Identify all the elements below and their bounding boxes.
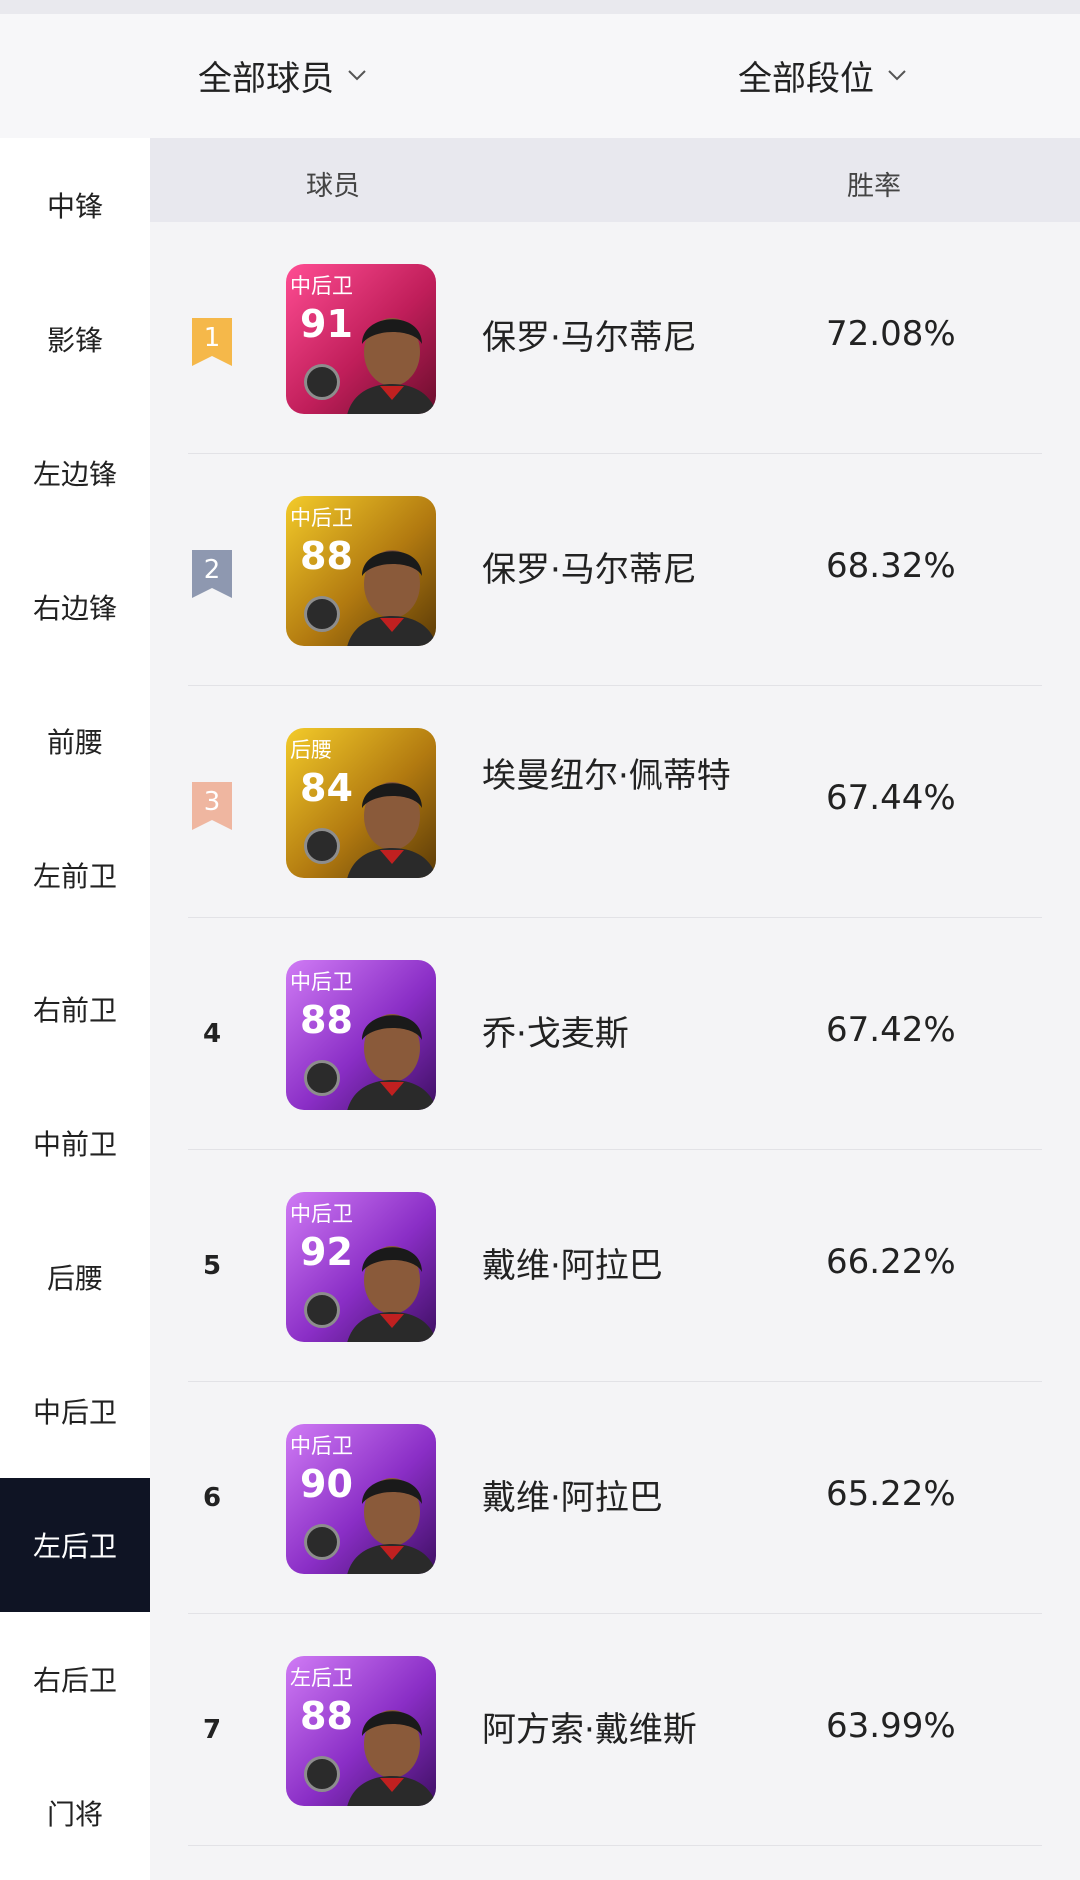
sidebar-item[interactable]: 中后卫 — [0, 1344, 150, 1478]
sidebar-item[interactable]: 前腰 — [0, 674, 150, 808]
sidebar-item[interactable]: 右后卫 — [0, 1612, 150, 1746]
rank-number: 4 — [202, 1019, 222, 1049]
table-row[interactable]: 2 中后卫 88 保罗·马尔蒂尼 68.32% — [150, 454, 1080, 686]
win-rate: 72.08% — [826, 314, 956, 354]
card-rating: 91 — [300, 302, 353, 346]
card-position: 中后卫 — [290, 970, 353, 994]
player-name: 保罗·马尔蒂尼 — [482, 318, 697, 358]
player-card[interactable]: 中后卫 90 — [286, 1424, 436, 1574]
player-card[interactable]: 左后卫 88 — [286, 1656, 436, 1806]
player-portrait-icon — [347, 318, 436, 414]
table-row[interactable]: 3 后腰 84 埃曼纽尔·佩蒂特 67.44% — [150, 686, 1080, 918]
sidebar-item[interactable]: 中前卫 — [0, 1076, 150, 1210]
all-ranks-filter[interactable]: 全部段位 — [738, 50, 908, 100]
win-rate: 65.22% — [826, 1474, 956, 1514]
win-rate: 63.99% — [826, 1706, 956, 1746]
player-portrait-icon — [347, 1478, 436, 1574]
sidebar-item[interactable]: 门将 — [0, 1746, 150, 1880]
row-divider — [188, 1845, 1042, 1846]
table-header: 球员 胜率 — [150, 138, 1080, 222]
rank-ribbon-icon: 3 — [192, 782, 232, 830]
player-portrait-icon — [347, 550, 436, 646]
club-badge-icon — [304, 364, 340, 400]
top-edge — [0, 0, 1080, 14]
header-win-rate: 胜率 — [847, 171, 901, 202]
club-badge-icon — [304, 1292, 340, 1328]
card-rating: 88 — [300, 534, 353, 578]
position-sidebar: 中锋 影锋 左边锋 右边锋 前腰 左前卫 右前卫 中前卫 后腰 中后卫 左后卫 右后卫 门将 — [0, 138, 150, 1880]
club-badge-icon — [304, 1524, 340, 1560]
card-position: 中后卫 — [290, 1202, 353, 1226]
card-rating: 84 — [300, 766, 353, 810]
all-players-filter[interactable]: 全部球员 — [198, 50, 368, 100]
rank-ribbon-icon: 1 — [192, 318, 232, 366]
player-name: 戴维·阿拉巴 — [482, 1246, 663, 1286]
player-name: 阿方索·戴维斯 — [482, 1710, 697, 1750]
rank-number: 6 — [202, 1483, 222, 1513]
card-position: 中后卫 — [290, 274, 353, 298]
header-player: 球员 — [306, 171, 360, 202]
club-badge-icon — [304, 828, 340, 864]
table-row[interactable]: 4 中后卫 88 乔·戈麦斯 67.42% — [150, 918, 1080, 1150]
filter-bar: 全部球员 全部段位 — [0, 14, 1080, 138]
player-portrait-icon — [347, 1014, 436, 1110]
player-card[interactable]: 中后卫 91 — [286, 264, 436, 414]
player-card[interactable]: 中后卫 88 — [286, 960, 436, 1110]
rank-ribbon-icon: 2 — [192, 550, 232, 598]
table-row[interactable]: 6 中后卫 90 戴维·阿拉巴 65.22% — [150, 1382, 1080, 1614]
sidebar-item[interactable]: 右前卫 — [0, 942, 150, 1076]
all-ranks-label: 全部段位 — [738, 58, 874, 99]
player-portrait-icon — [347, 1710, 436, 1806]
player-card[interactable]: 中后卫 88 — [286, 496, 436, 646]
card-position: 后腰 — [290, 738, 332, 762]
rank-number: 2 — [203, 555, 221, 585]
player-card[interactable]: 中后卫 92 — [286, 1192, 436, 1342]
sidebar-item[interactable]: 后腰 — [0, 1210, 150, 1344]
club-badge-icon — [304, 596, 340, 632]
player-name: 保罗·马尔蒂尼 — [482, 550, 697, 590]
player-card[interactable]: 后腰 84 — [286, 728, 436, 878]
player-name: 戴维·阿拉巴 — [482, 1478, 663, 1518]
card-position: 中后卫 — [290, 506, 353, 530]
rank-number: 7 — [202, 1715, 222, 1745]
player-name: 乔·戈麦斯 — [482, 1014, 629, 1054]
sidebar-item[interactable]: 左后卫 — [0, 1478, 150, 1612]
rank-number: 1 — [203, 323, 221, 353]
win-rate: 66.22% — [826, 1242, 956, 1282]
win-rate: 67.44% — [826, 778, 956, 818]
card-rating: 88 — [300, 998, 353, 1042]
sidebar-item[interactable]: 影锋 — [0, 272, 150, 406]
card-position: 左后卫 — [290, 1666, 353, 1690]
player-portrait-icon — [347, 1246, 436, 1342]
card-position: 中后卫 — [290, 1434, 353, 1458]
club-badge-icon — [304, 1060, 340, 1096]
card-rating: 88 — [300, 1694, 353, 1738]
table-row[interactable]: 7 左后卫 88 阿方索·戴维斯 63.99% — [150, 1614, 1080, 1846]
card-rating: 90 — [300, 1462, 353, 1506]
win-rate: 67.42% — [826, 1010, 956, 1050]
player-name: 埃曼纽尔·佩蒂特 — [482, 756, 731, 796]
table-row[interactable]: 5 中后卫 92 戴维·阿拉巴 66.22% — [150, 1150, 1080, 1382]
chevron-down-icon — [888, 70, 906, 81]
player-portrait-icon — [347, 782, 436, 878]
all-players-label: 全部球员 — [198, 58, 334, 99]
win-rate: 68.32% — [826, 546, 956, 586]
rank-number: 5 — [202, 1251, 222, 1281]
sidebar-item[interactable]: 右边锋 — [0, 540, 150, 674]
club-badge-icon — [304, 1756, 340, 1792]
chevron-down-icon — [348, 70, 366, 81]
card-rating: 92 — [300, 1230, 353, 1274]
sidebar-item[interactable]: 中锋 — [0, 138, 150, 272]
sidebar-item[interactable]: 左前卫 — [0, 808, 150, 942]
table-row[interactable]: 1 中后卫 91 保罗·马尔蒂尼 72.08% — [150, 222, 1080, 454]
rank-number: 3 — [203, 787, 221, 817]
sidebar-item[interactable]: 左边锋 — [0, 406, 150, 540]
